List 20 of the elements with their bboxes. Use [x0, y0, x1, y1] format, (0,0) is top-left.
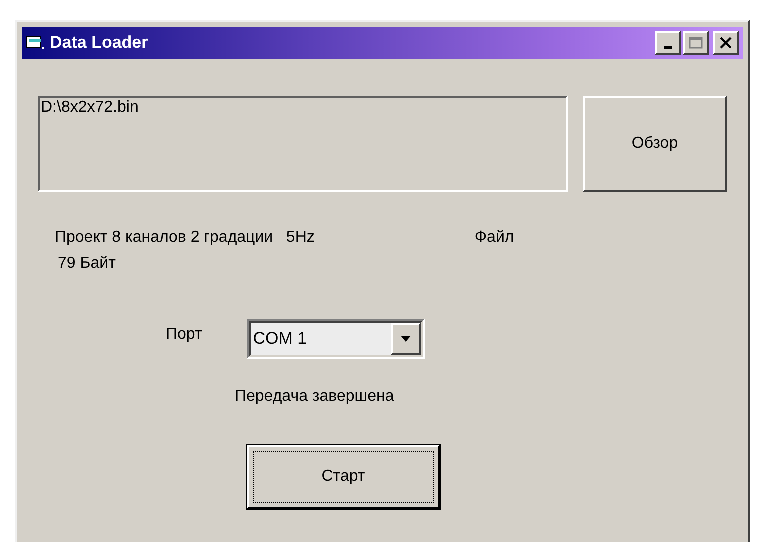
- maximize-icon: [689, 37, 703, 49]
- maximize-button[interactable]: [683, 31, 709, 55]
- project-info-label: Проект 8 каналов 2 градации 5Hz: [55, 228, 315, 248]
- file-size-label: 79 Байт: [58, 254, 116, 274]
- start-button[interactable]: Старт: [247, 445, 440, 509]
- close-button[interactable]: [713, 31, 739, 55]
- minimize-button[interactable]: [655, 31, 681, 55]
- status-text: Передача завершена: [235, 387, 394, 407]
- file-label: Файл: [474, 228, 514, 248]
- dropdown-button[interactable]: [391, 323, 422, 355]
- port-value: COM 1: [253, 328, 308, 350]
- port-label: Порт: [166, 325, 202, 345]
- file-path-field[interactable]: D:\8x2x72.bin: [38, 96, 568, 192]
- window-app-icon: [26, 34, 46, 52]
- minimize-icon: [664, 46, 672, 48]
- window-title: Data Loader: [50, 32, 148, 54]
- browse-button[interactable]: Обзор: [583, 96, 727, 192]
- port-combo-box[interactable]: COM 1: [247, 319, 426, 359]
- caret-icon: [401, 336, 412, 342]
- close-icon: [719, 37, 733, 49]
